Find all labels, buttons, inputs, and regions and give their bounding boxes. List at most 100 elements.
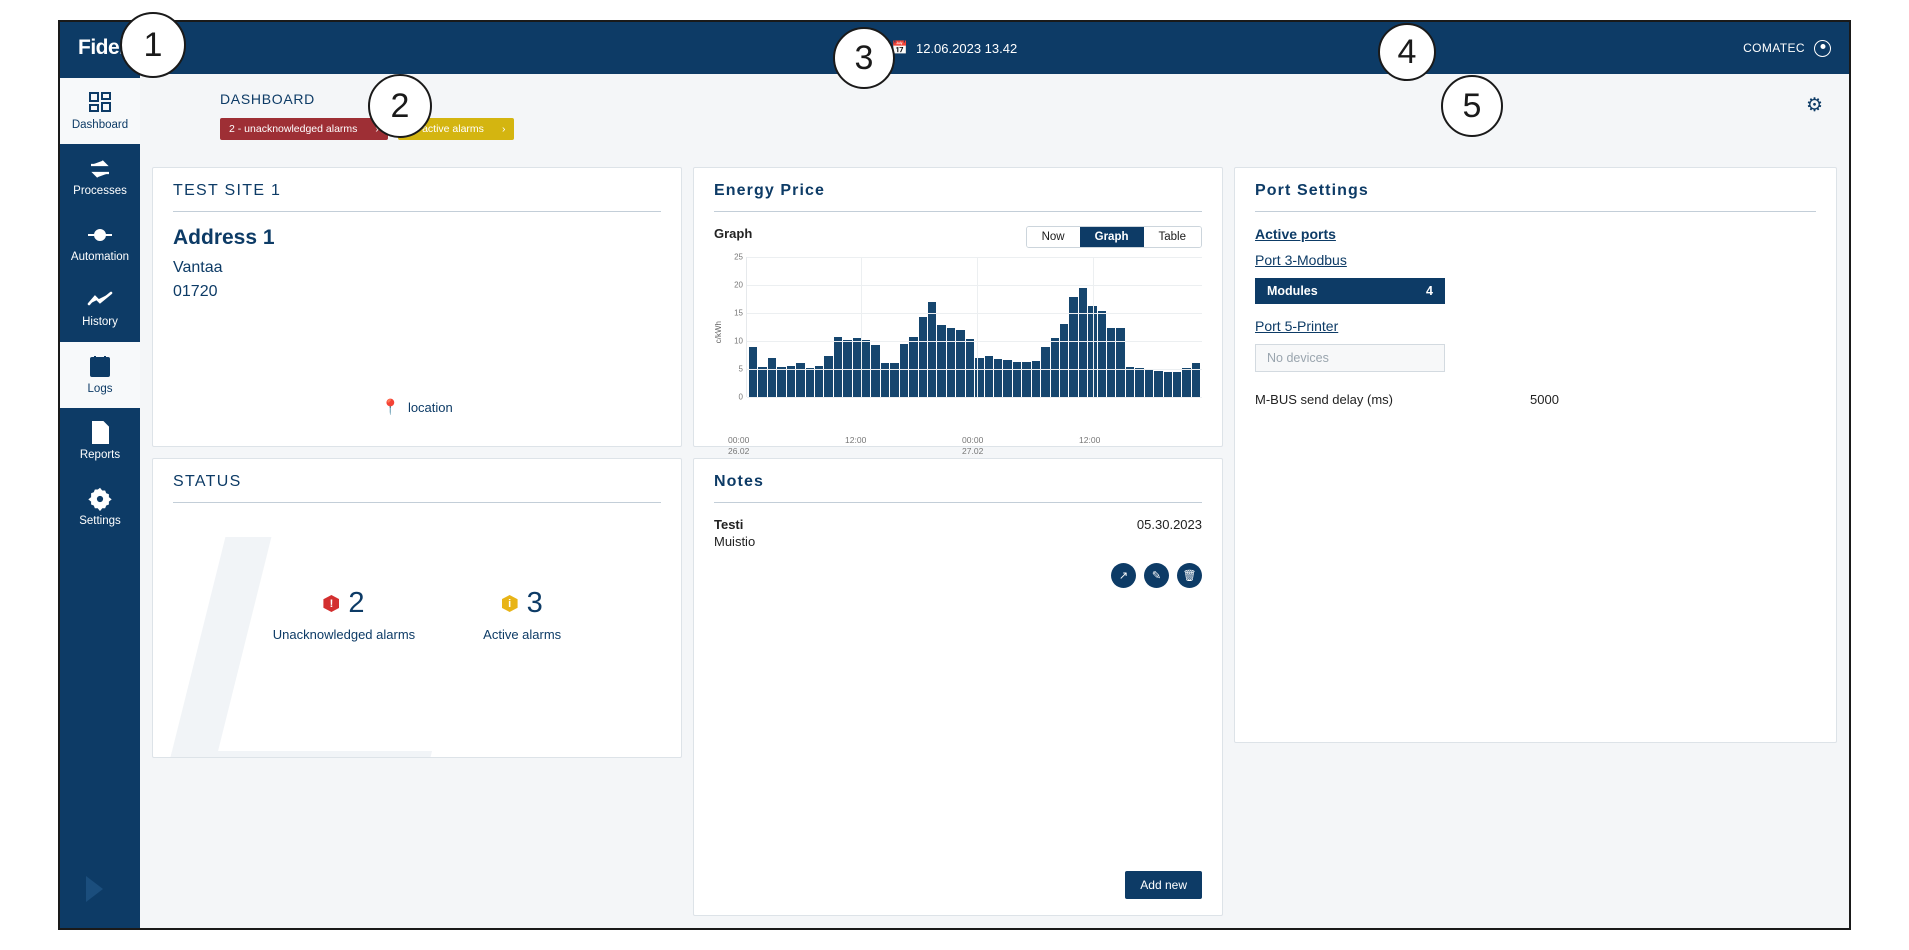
- chart-bar[interactable]: [1125, 367, 1135, 397]
- chart-bar[interactable]: [1097, 311, 1107, 397]
- chart-bar[interactable]: [805, 367, 814, 397]
- y-tick-label: 25: [734, 252, 743, 262]
- toggle-graph[interactable]: Graph: [1079, 227, 1144, 247]
- chart-bar[interactable]: [1031, 360, 1041, 397]
- gear-icon[interactable]: ⚙: [1806, 94, 1823, 117]
- note-item: Testi 05.30.2023 Muistio ↗ ✎ 🗑: [714, 517, 1202, 588]
- chart-bar[interactable]: [1041, 346, 1050, 397]
- sidebar-item-label: Automation: [70, 251, 130, 263]
- delete-trash-icon[interactable]: 🗑: [1177, 563, 1202, 588]
- chart-bar[interactable]: [1078, 287, 1088, 397]
- open-external-icon[interactable]: ↗: [1111, 563, 1136, 588]
- sidebar-item-dashboard[interactable]: Dashboard: [60, 78, 140, 144]
- chart-bar[interactable]: [928, 302, 937, 397]
- note-body: Muistio: [714, 534, 756, 549]
- dashboard-content: TEST SITE 1 Address 1 Vantaa 01720 📍 loc…: [140, 159, 1849, 928]
- chart-bar[interactable]: [1012, 362, 1022, 397]
- toggle-table[interactable]: Table: [1143, 227, 1201, 247]
- port3-modbus-link[interactable]: Port 3-Modbus: [1255, 252, 1347, 268]
- site-city: Vantaa: [173, 259, 223, 276]
- gridline-vertical: [976, 257, 978, 397]
- chart-bar[interactable]: [777, 366, 786, 397]
- chart-bar[interactable]: [918, 317, 928, 397]
- alarm-pill-row: 2 - unacknowledged alarms › 3 - active a…: [220, 118, 1849, 140]
- user-avatar-icon: [1814, 39, 1831, 57]
- chart-bar[interactable]: [965, 338, 975, 397]
- y-tick-label: 15: [734, 308, 743, 318]
- dashboard-grid-icon: [89, 92, 111, 112]
- sidebar-item-automation[interactable]: Automation: [60, 210, 140, 276]
- callout-marker-5: 5: [1441, 75, 1503, 137]
- chart-header: Graph Now Graph Table: [714, 226, 1202, 248]
- sidebar-item-logs[interactable]: Logs: [60, 342, 140, 408]
- chevron-right-icon: ›: [501, 123, 506, 135]
- sidebar-item-history[interactable]: History: [60, 276, 140, 342]
- chart-bar[interactable]: [984, 356, 993, 397]
- automation-valve-icon: [88, 229, 112, 241]
- chart-bar[interactable]: [899, 344, 909, 397]
- mbus-label: M-BUS send delay (ms): [1255, 392, 1393, 407]
- modules-count: 4: [1426, 284, 1433, 298]
- application-window: Fidelix 📅 12.06.2023 13.42 COMATEC Dashb…: [58, 20, 1851, 930]
- chart-bar[interactable]: [824, 356, 833, 397]
- reports-document-icon: [91, 421, 109, 444]
- y-tick-label: 0: [738, 392, 743, 402]
- gridline: [747, 369, 1202, 370]
- no-devices-field[interactable]: No devices: [1255, 344, 1445, 372]
- energy-price-card: Energy Price Graph Now Graph Table c/kWh…: [693, 167, 1223, 456]
- chart-bar[interactable]: [871, 345, 880, 397]
- info-hex-icon: i: [501, 595, 518, 612]
- chart-bar[interactable]: [1182, 367, 1191, 397]
- chart-bar[interactable]: [1107, 327, 1116, 397]
- callout-marker-2: 2: [368, 74, 432, 138]
- datetime-text: 12.06.2023 13.42: [915, 40, 1018, 56]
- status-metric-active[interactable]: i 3 Active alarms: [483, 587, 561, 642]
- column-right: Port Settings Active ports Port 3-Modbus…: [1234, 167, 1837, 916]
- chart-bar[interactable]: [758, 367, 767, 397]
- chart-bar[interactable]: [993, 358, 1003, 397]
- sidebar-collapse-arrow-icon[interactable]: [86, 876, 103, 902]
- map-pin-icon: 📍: [381, 399, 400, 416]
- add-new-note-button[interactable]: Add new: [1125, 871, 1202, 899]
- sidebar-item-label: Logs: [87, 383, 113, 395]
- location-label: location: [407, 399, 453, 415]
- callout-marker-1: 1: [120, 12, 186, 78]
- status-count: 3: [526, 587, 543, 619]
- sidebar-item-reports[interactable]: Reports: [60, 408, 140, 474]
- user-menu[interactable]: COMATEC: [1743, 39, 1831, 57]
- chart-bar[interactable]: [890, 362, 899, 397]
- toggle-now[interactable]: Now: [1026, 227, 1080, 247]
- chart-bar[interactable]: [1059, 324, 1069, 397]
- gridline: [747, 341, 1202, 342]
- chart-bar[interactable]: [1050, 338, 1059, 397]
- chart-bar[interactable]: [1172, 371, 1182, 397]
- chart-bar[interactable]: [1144, 369, 1154, 397]
- chart-bar[interactable]: [833, 336, 843, 397]
- unacknowledged-alarms-pill[interactable]: 2 - unacknowledged alarms ›: [220, 118, 388, 140]
- chart-bar[interactable]: [1022, 361, 1031, 397]
- chart-bar[interactable]: [909, 337, 918, 397]
- sidebar-item-processes[interactable]: Processes: [60, 144, 140, 210]
- chart-bar[interactable]: [1003, 360, 1012, 397]
- chart-bar[interactable]: [767, 357, 777, 397]
- chart-bar[interactable]: [1135, 368, 1144, 397]
- port5-printer-link[interactable]: Port 5-Printer: [1255, 318, 1338, 334]
- divider: [714, 211, 1202, 212]
- chart-bar[interactable]: [946, 327, 956, 397]
- chart-bar[interactable]: [749, 346, 758, 397]
- note-action-buttons: ↗ ✎ 🗑: [714, 563, 1202, 588]
- notes-card: Notes Testi 05.30.2023 Muistio ↗ ✎ 🗑 Add…: [693, 458, 1223, 916]
- edit-pencil-icon[interactable]: ✎: [1144, 563, 1169, 588]
- active-ports-link[interactable]: Active ports: [1255, 226, 1336, 242]
- chart-bar[interactable]: [1154, 371, 1163, 397]
- site-location-link[interactable]: 📍 location: [153, 398, 681, 416]
- chart-bar[interactable]: [1116, 327, 1125, 397]
- chart-bar[interactable]: [786, 365, 796, 397]
- chart-bar[interactable]: [937, 324, 946, 397]
- sidebar-item-settings[interactable]: Settings: [60, 474, 140, 540]
- chart-bar[interactable]: [1163, 371, 1172, 397]
- modules-row[interactable]: Modules 4: [1255, 278, 1445, 304]
- chart-bar[interactable]: [814, 366, 824, 397]
- status-label: Active alarms: [483, 627, 562, 642]
- breadcrumb: DASHBOARD: [220, 91, 315, 107]
